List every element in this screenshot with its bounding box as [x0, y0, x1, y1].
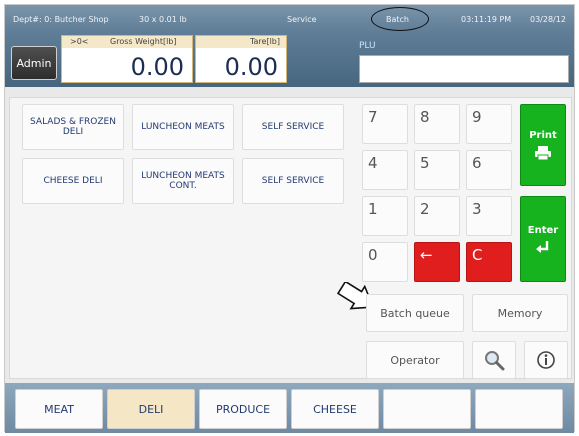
- clock-date: 03/28/12: [530, 15, 566, 24]
- dept-button-luncheon-meats-cont[interactable]: LUNCHEON MEATS CONT.: [132, 158, 234, 204]
- tab-meat[interactable]: MEAT: [15, 389, 103, 429]
- clock-time: 03:11:19 PM: [461, 15, 512, 24]
- operator-button[interactable]: Operator: [366, 341, 464, 379]
- department-status: Dept#: 0: Butcher Shop: [13, 15, 109, 24]
- plu-label: PLU: [359, 41, 376, 51]
- print-button[interactable]: Print: [520, 104, 566, 186]
- key-4[interactable]: 4: [362, 150, 408, 190]
- batch-queue-button[interactable]: Batch queue: [366, 294, 464, 332]
- magnifier-icon: [485, 351, 505, 371]
- search-button[interactable]: [472, 341, 516, 379]
- info-button[interactable]: [524, 341, 568, 379]
- enter-arrow-icon: [536, 240, 549, 253]
- backspace-key[interactable]: ←: [414, 242, 460, 282]
- tare-value: 0.00: [224, 53, 278, 81]
- tab-cheese[interactable]: CHEESE: [291, 389, 379, 429]
- key-1[interactable]: 1: [362, 196, 408, 236]
- clear-key[interactable]: C: [466, 242, 512, 282]
- zero-indicator: >0<: [70, 37, 89, 46]
- key-8[interactable]: 8: [414, 104, 460, 144]
- key-9[interactable]: 9: [466, 104, 512, 144]
- scale-app-window: Dept#: 0: Butcher Shop 30 x 0.01 lb Serv…: [4, 4, 575, 433]
- gross-weight-label: Gross Weight[lb]: [110, 37, 177, 46]
- printer-icon: [535, 145, 551, 160]
- content-panel: SALADS & FROZEN DELI LUNCHEON MEATS SELF…: [9, 97, 572, 379]
- print-label: Print: [529, 129, 557, 141]
- header-band: Admin >0< Gross Weight[lb] 0.00 Tare[lb]…: [5, 33, 574, 87]
- gross-weight-display: >0< Gross Weight[lb] 0.00: [61, 35, 193, 83]
- batch-highlight-ellipse: [371, 7, 429, 31]
- dept-button-salads-frozen-deli[interactable]: SALADS & FROZEN DELI: [22, 104, 124, 150]
- dept-button-cheese-deli[interactable]: CHEESE DELI: [22, 158, 124, 204]
- dept-button-self-service-2[interactable]: SELF SERVICE: [242, 158, 344, 204]
- key-7[interactable]: 7: [362, 104, 408, 144]
- plu-input[interactable]: [359, 55, 569, 83]
- key-5[interactable]: 5: [414, 150, 460, 190]
- key-3[interactable]: 3: [466, 196, 512, 236]
- tab-empty-6[interactable]: [475, 389, 563, 429]
- info-icon: [537, 351, 555, 369]
- tab-deli[interactable]: DELI: [107, 389, 195, 429]
- key-2[interactable]: 2: [414, 196, 460, 236]
- scale-capacity: 30 x 0.01 lb: [139, 15, 187, 24]
- dept-button-self-service[interactable]: SELF SERVICE: [242, 104, 344, 150]
- enter-label: Enter: [527, 224, 559, 236]
- tab-empty-5[interactable]: [383, 389, 471, 429]
- tare-display: Tare[lb] 0.00: [195, 35, 287, 83]
- tab-produce[interactable]: PRODUCE: [199, 389, 287, 429]
- admin-button[interactable]: Admin: [11, 46, 57, 80]
- mode-status: Service: [287, 15, 317, 24]
- status-bar: Dept#: 0: Butcher Shop 30 x 0.01 lb Serv…: [5, 5, 574, 33]
- key-6[interactable]: 6: [466, 150, 512, 190]
- tare-label: Tare[lb]: [249, 37, 280, 46]
- key-0[interactable]: 0: [362, 242, 408, 282]
- category-tab-bar: MEAT DELI PRODUCE CHEESE: [5, 383, 574, 433]
- gross-weight-value: 0.00: [130, 53, 184, 81]
- dept-button-luncheon-meats[interactable]: LUNCHEON MEATS: [132, 104, 234, 150]
- memory-button[interactable]: Memory: [472, 294, 568, 332]
- enter-button[interactable]: Enter: [520, 196, 566, 282]
